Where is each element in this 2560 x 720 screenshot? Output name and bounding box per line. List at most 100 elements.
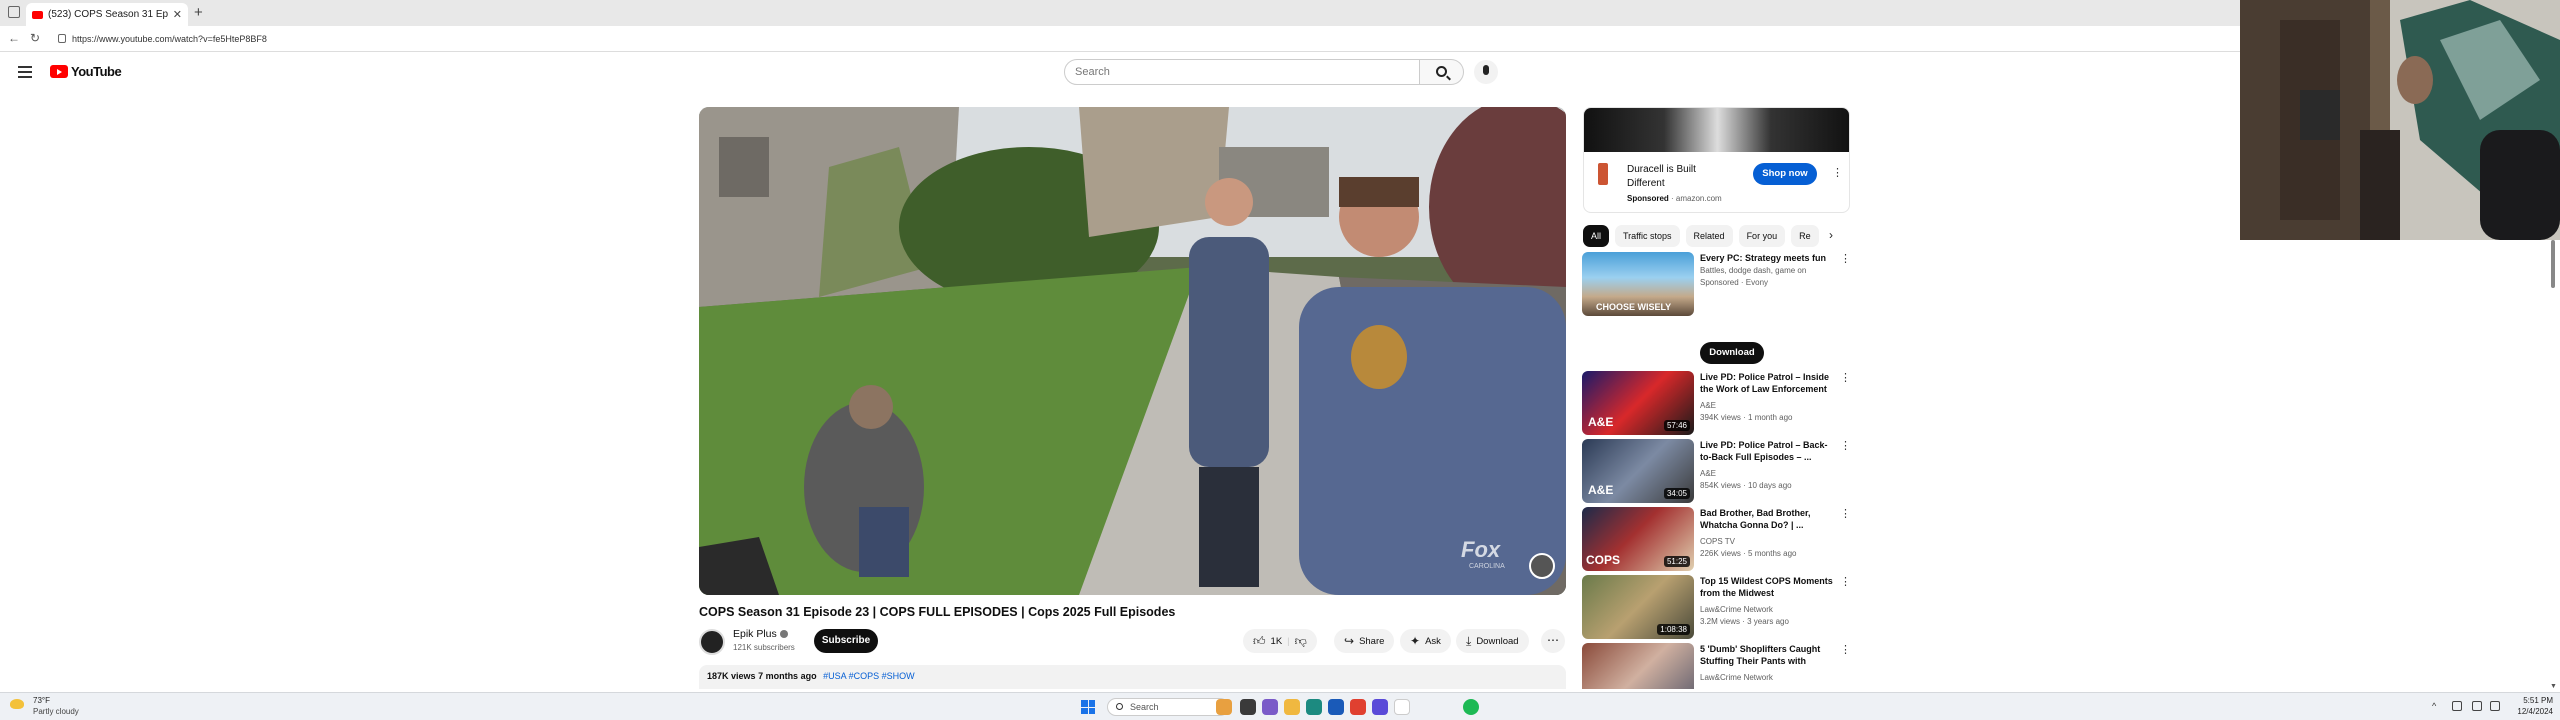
video-thumbnail[interactable]: 1:08:38 [1582, 575, 1694, 639]
recommendation-title[interactable]: Every PC: Strategy meets fun [1700, 252, 1836, 264]
chevron-right-icon[interactable]: › [1829, 228, 1833, 242]
ask-button[interactable]: ✦ Ask [1400, 629, 1451, 653]
ad-headline[interactable]: Duracell is Built Different [1627, 163, 1727, 191]
shop-now-button[interactable]: Shop now [1753, 163, 1817, 185]
weather-icon[interactable] [10, 699, 24, 709]
voice-search-button[interactable] [1474, 60, 1498, 84]
item-menu-icon[interactable]: ⋮ [1840, 252, 1851, 265]
channel-name[interactable]: Epik Plus [733, 628, 788, 640]
menu-icon[interactable] [18, 66, 32, 81]
back-icon[interactable]: ← [8, 31, 20, 45]
search-button[interactable] [1420, 59, 1464, 85]
address-bar-row: ← ↻ https://www.youtube.com/watch?v=fe5H… [0, 26, 2240, 52]
outlook-icon[interactable] [1328, 699, 1344, 715]
ad-menu-icon[interactable]: ⋮ [1832, 166, 1843, 179]
sidebar-ad[interactable]: Duracell is Built Different Sponsored · … [1583, 107, 1850, 213]
recommendation-item[interactable]: 5 'Dumb' Shoplifters Caught Stuffing The… [1582, 643, 1852, 689]
recommendation-title[interactable]: 5 'Dumb' Shoplifters Caught Stuffing The… [1700, 643, 1836, 667]
recommendation-title[interactable]: Bad Brother, Bad Brother, Whatcha Gonna … [1700, 507, 1836, 531]
like-count[interactable]: 1K [1271, 636, 1283, 647]
description-box[interactable]: 187K views 7 months ago #USA #COPS #SHOW [699, 665, 1566, 689]
video-frame [699, 107, 1566, 595]
recommendation-item[interactable]: 1:08:38 Top 15 Wildest COPS Moments from… [1582, 575, 1852, 639]
ad-product-icon [1598, 163, 1608, 185]
windows-taskbar: 73°F Partly cloudy Search ^ 5:51 PM 12/4… [0, 692, 2560, 720]
recommendation-item[interactable]: A&E 57:46 Live PD: Police Patrol – Insid… [1582, 371, 1852, 435]
windows-start-icon[interactable] [1081, 700, 1095, 714]
recommendation-channel[interactable]: Law&Crime Network [1700, 673, 1773, 682]
hashtags[interactable]: #USA #COPS #SHOW [823, 671, 915, 681]
recommendation-title[interactable]: Top 15 Wildest COPS Moments from the Mid… [1700, 575, 1836, 599]
chip-more[interactable]: Re [1791, 225, 1819, 247]
video-thumbnail[interactable]: A&E 34:05 [1582, 439, 1694, 503]
item-menu-icon[interactable]: ⋮ [1840, 439, 1851, 452]
tab-actions-icon[interactable] [8, 6, 20, 18]
recommendation-item[interactable]: COPS 51:25 Bad Brother, Bad Brother, Wha… [1582, 507, 1852, 571]
recommendation-title[interactable]: Live PD: Police Patrol – Back-to-Back Fu… [1700, 439, 1836, 463]
download-button[interactable]: ⤓ Download [1456, 629, 1529, 653]
ad-download-button[interactable]: Download [1700, 342, 1764, 364]
close-tab-icon[interactable]: ✕ [173, 8, 182, 21]
duration-badge: 57:46 [1663, 420, 1690, 431]
task-view-icon[interactable] [1240, 699, 1256, 715]
item-menu-icon[interactable]: ⋮ [1840, 507, 1851, 520]
browser-tab-active[interactable]: (523) COPS Season 31 Episod ✕ [26, 3, 188, 26]
recommendation-meta: 226K views · 5 months ago [1700, 549, 1797, 558]
subscribe-button[interactable]: Subscribe [814, 629, 878, 653]
verified-icon [779, 630, 788, 639]
spotify-icon[interactable] [1463, 699, 1479, 715]
discord-icon[interactable] [1372, 699, 1388, 715]
recommendation-title[interactable]: Live PD: Police Patrol – Inside the Work… [1700, 371, 1836, 395]
weather-temperature[interactable]: 73°F [33, 696, 50, 705]
recommendation-channel[interactable]: Law&Crime Network [1700, 605, 1773, 614]
copilot-icon[interactable] [1262, 699, 1278, 715]
item-menu-icon[interactable]: ⋮ [1840, 371, 1851, 384]
new-tab-icon[interactable]: + [194, 4, 203, 21]
app-icon[interactable] [1350, 699, 1366, 715]
url-field[interactable]: https://www.youtube.com/watch?v=fe5HteP8… [56, 31, 2236, 48]
more-actions-icon[interactable]: ⋯ [1541, 629, 1565, 653]
thumbs-down-icon[interactable]: 👎︎ [1295, 634, 1307, 649]
chrome-icon[interactable] [1394, 699, 1410, 715]
search-input[interactable]: Search [1064, 59, 1420, 85]
chip-for-you[interactable]: For you [1738, 225, 1786, 247]
edge-browser-icon[interactable] [1306, 699, 1322, 715]
recommendation-channel[interactable]: A&E [1700, 469, 1716, 478]
battery-icon[interactable] [2490, 701, 2500, 711]
youtube-logo[interactable]: YouTube [50, 64, 122, 79]
item-menu-icon[interactable]: ⋮ [1840, 643, 1851, 656]
recommendation-channel[interactable]: COPS TV [1700, 537, 1735, 546]
scrollbar-thumb[interactable] [2551, 240, 2555, 288]
channel-name-text[interactable]: Epik Plus [733, 628, 777, 640]
file-explorer-icon[interactable] [1284, 699, 1300, 715]
taskbar-search[interactable]: Search [1107, 698, 1229, 716]
recommendation-item[interactable]: CHOOSE WISELY Every PC: Strategy meets f… [1582, 252, 1852, 364]
recommendation-item[interactable]: A&E 34:05 Live PD: Police Patrol – Back-… [1582, 439, 1852, 503]
video-thumbnail[interactable] [1582, 643, 1694, 689]
item-menu-icon[interactable]: ⋮ [1840, 575, 1851, 588]
ad-banner-image[interactable] [1584, 108, 1849, 152]
thumbs-up-icon[interactable]: 👍︎ [1253, 634, 1266, 649]
share-button[interactable]: ↪ Share [1334, 629, 1395, 653]
video-thumbnail[interactable]: A&E 57:46 [1582, 371, 1694, 435]
chip-related[interactable]: Related [1685, 225, 1733, 247]
weather-description[interactable]: Partly cloudy [33, 707, 79, 716]
volume-icon[interactable] [2472, 701, 2482, 711]
recommendation-meta: 3.2M views · 3 years ago [1700, 617, 1789, 626]
recommendation-channel[interactable]: A&E [1700, 401, 1716, 410]
tray-overflow-icon[interactable]: ^ [2432, 701, 2436, 711]
page-scrollbar[interactable]: ▼ [2548, 240, 2560, 692]
chip-all[interactable]: All [1583, 225, 1610, 247]
video-player[interactable]: Fox CAROLINA [699, 107, 1566, 595]
channel-avatar[interactable] [699, 629, 725, 655]
video-thumbnail[interactable]: COPS 51:25 [1582, 507, 1694, 571]
weather-widget-icon[interactable] [1216, 699, 1232, 715]
clock-date[interactable]: 12/4/2024 [2513, 707, 2553, 716]
scroll-down-icon[interactable]: ▼ [2550, 683, 2557, 690]
network-icon[interactable] [2452, 701, 2462, 711]
sponsored-label: Sponsored [1627, 194, 1669, 203]
video-thumbnail[interactable]: CHOOSE WISELY [1582, 252, 1694, 316]
clock-time[interactable]: 5:51 PM [2513, 696, 2553, 705]
chip-traffic-stops[interactable]: Traffic stops [1615, 225, 1680, 247]
reload-icon[interactable]: ↻ [30, 31, 40, 45]
